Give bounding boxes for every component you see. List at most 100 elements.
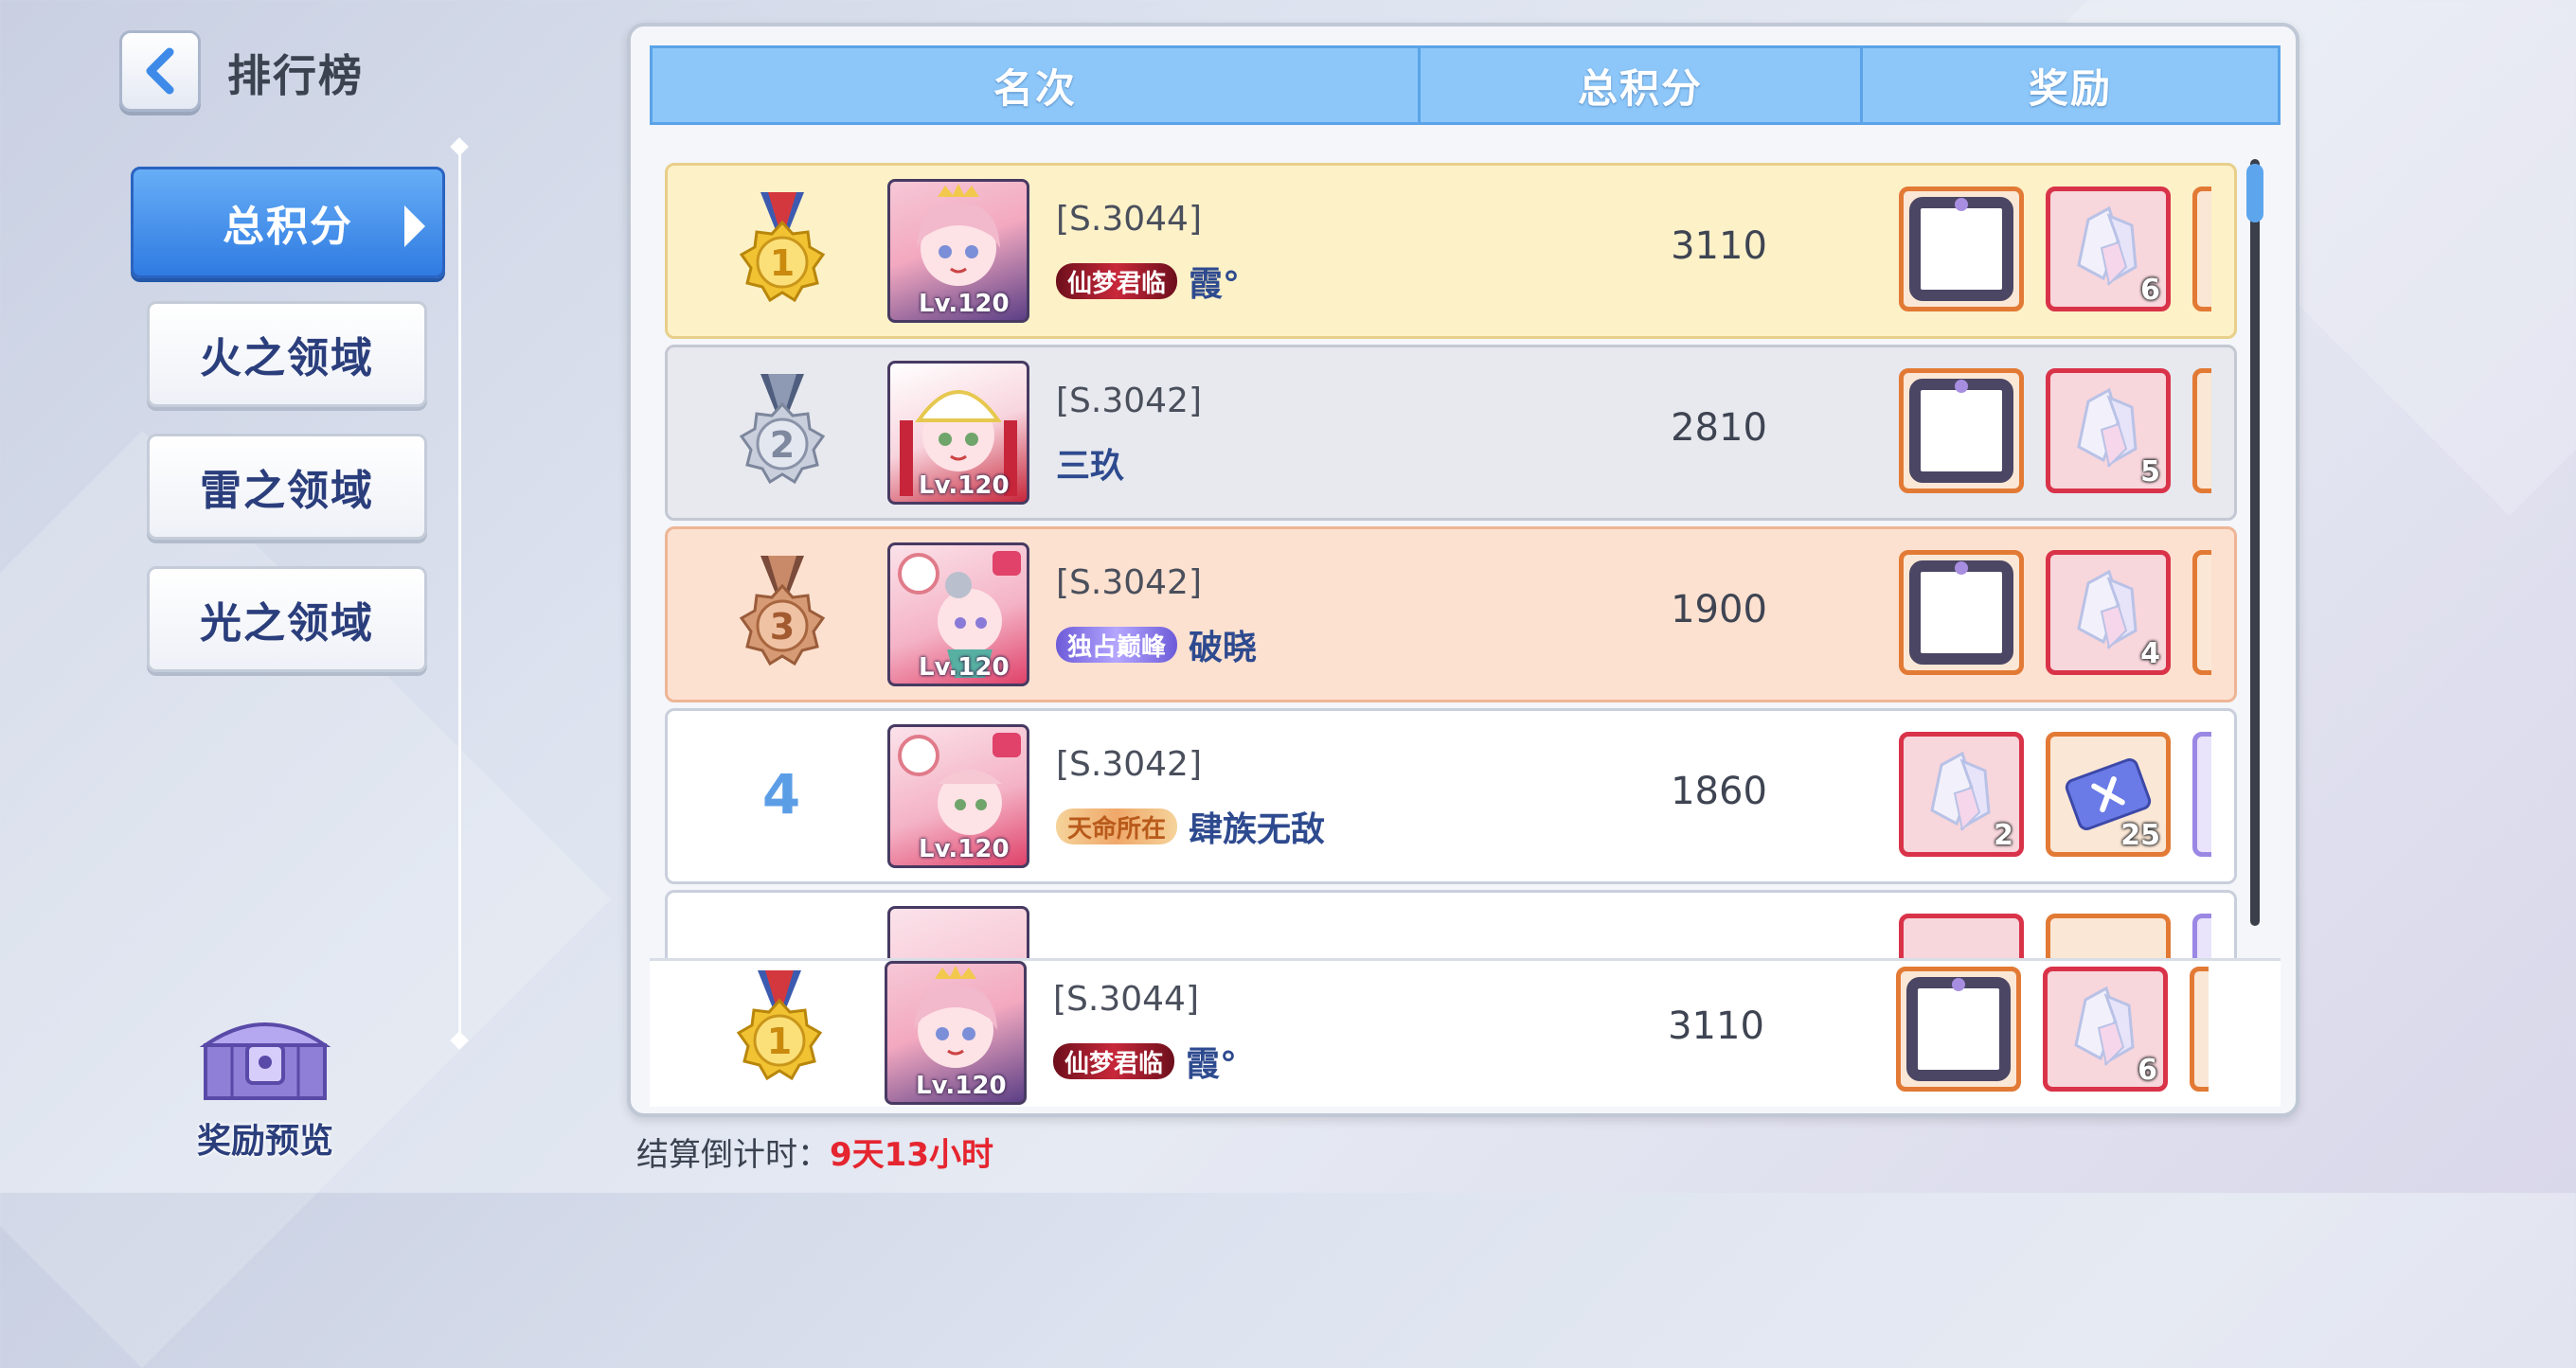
divider-dot [450, 137, 469, 156]
countdown-label: 结算倒计时： [636, 1136, 830, 1174]
reward-item[interactable]: 5 [2046, 368, 2171, 493]
reward-item[interactable] [1899, 914, 2024, 960]
tab-total-score[interactable]: 总积分 [131, 167, 445, 278]
server-id: [S.3042] [1056, 382, 1203, 420]
level-label: Lv.120 [919, 653, 1010, 682]
gold-medal-icon: 1 [736, 970, 823, 1081]
ranking-list[interactable]: 1 Lv.120 [S.3044] 仙梦君临 霞° 3110 6 2 Lv.12… [650, 144, 2281, 960]
level-label: Lv.120 [919, 835, 1010, 863]
level-label: Lv.120 [919, 290, 1010, 318]
reward-item[interactable] [2192, 368, 2211, 493]
table-row[interactable]: 2 Lv.120 [S.3042] 三玖 2810 5 [665, 345, 2237, 521]
header-reward: 奖励 [2028, 64, 2112, 112]
tab-label: 总积分 [223, 203, 353, 251]
table-row[interactable]: 4 Lv.120 [S.3042] 天命所在 肆族无敌 1860 2 25 [665, 708, 2237, 884]
reward-list: 2 25 [1899, 732, 2211, 864]
avatar-frame-icon [1909, 560, 2013, 665]
reward-item[interactable]: 6 [2046, 187, 2171, 311]
countdown-value: 9天13小时 [830, 1136, 993, 1174]
reward-item[interactable]: 6 [2043, 967, 2168, 1092]
svg-text:1: 1 [770, 242, 795, 284]
reward-item[interactable] [2192, 187, 2211, 311]
player-name-line: 仙梦君临 霞° [1053, 1037, 1237, 1086]
reward-quantity: 5 [2140, 455, 2160, 489]
reward-item[interactable] [2046, 914, 2171, 960]
reward-item[interactable] [1899, 368, 2024, 493]
reward-quantity: 2 [1994, 819, 2013, 852]
avatar[interactable]: Lv.120 [887, 361, 1029, 505]
scrollbar-thumb[interactable] [2246, 164, 2263, 222]
table-row[interactable] [665, 890, 2237, 960]
reward-list [1899, 914, 2211, 960]
settlement-countdown: 结算倒计时：9天13小时 [636, 1128, 993, 1175]
title-badge: 天命所在 [1056, 808, 1178, 844]
reward-list: 4 [1899, 550, 2211, 683]
avatar-frame-icon [1909, 197, 2013, 301]
svg-text:3: 3 [770, 606, 795, 648]
tab-light-domain[interactable]: 光之领域 [147, 566, 427, 672]
score-value: 2810 [1671, 406, 1767, 450]
header-score: 总积分 [1421, 48, 1863, 122]
rank-number: 4 [761, 762, 801, 826]
title-badge: 仙梦君临 [1053, 1043, 1175, 1079]
avatar[interactable] [887, 906, 1029, 960]
player-name: 肆族无敌 [1189, 810, 1326, 849]
treasure-chest-icon [199, 1022, 331, 1100]
header-rank: 名次 [653, 48, 1421, 122]
reward-item[interactable] [2192, 732, 2211, 857]
tab-label: 雷之领域 [200, 467, 374, 515]
server-id: [S.3042] [1056, 745, 1203, 784]
back-button[interactable] [119, 30, 201, 112]
chevron-left-icon [146, 47, 174, 95]
reward-item[interactable]: 25 [2046, 732, 2171, 857]
avatar[interactable]: Lv.120 [887, 179, 1029, 323]
score-value: 1860 [1671, 770, 1767, 813]
reward-item[interactable] [1899, 187, 2024, 311]
svg-text:1: 1 [767, 1021, 792, 1062]
page-title: 排行榜 [227, 50, 364, 101]
reward-item[interactable] [2192, 550, 2211, 675]
reward-quantity: 4 [2140, 637, 2160, 670]
server-id: [S.3044] [1056, 200, 1203, 239]
reward-preview-button[interactable]: 奖励预览 [189, 1004, 341, 1163]
title-badge: 仙梦君临 [1056, 263, 1178, 299]
arrow-right-icon [404, 205, 425, 247]
avatar[interactable]: Lv.120 [887, 542, 1029, 686]
avatar-frame-icon [1909, 379, 2013, 483]
score-value: 3110 [1668, 1004, 1764, 1048]
my-rank-row[interactable]: 1 Lv.120 [S.3044] 仙梦君临 霞° 3110 6 [650, 958, 2281, 1107]
reward-item[interactable]: 4 [2046, 550, 2171, 675]
reward-list: 6 [1899, 187, 2211, 319]
player-name-line: 仙梦君临 霞° [1056, 257, 1240, 306]
tab-fire-domain[interactable]: 火之领域 [147, 301, 427, 407]
score-value: 1900 [1671, 588, 1767, 631]
reward-item[interactable] [2192, 914, 2211, 960]
reward-list: 6 [1896, 967, 2209, 1099]
reward-preview-label: 奖励预览 [196, 1122, 333, 1161]
table-row[interactable]: 3 Lv.120 [S.3042] 独占巅峰 破晓 1900 4 [665, 526, 2237, 702]
avatar[interactable]: Lv.120 [885, 961, 1027, 1105]
player-name-line: 三玖 [1056, 438, 1124, 488]
reward-item[interactable] [1896, 967, 2021, 1092]
score-value: 3110 [1671, 224, 1767, 268]
silver-medal-icon: 2 [739, 374, 826, 485]
table-row[interactable]: 1 Lv.120 [S.3044] 仙梦君临 霞° 3110 6 [665, 163, 2237, 339]
level-label: Lv.120 [919, 471, 1010, 500]
tab-thunder-domain[interactable]: 雷之领域 [147, 434, 427, 540]
player-name: 霞° [1186, 1045, 1238, 1084]
title-badge: 独占巅峰 [1056, 627, 1178, 663]
tab-label: 火之领域 [200, 334, 374, 382]
tab-label: 光之领域 [200, 599, 374, 648]
reward-item[interactable] [1899, 550, 2024, 675]
player-name-line: 天命所在 肆族无敌 [1056, 802, 1325, 851]
reward-item[interactable] [2190, 967, 2209, 1092]
reward-quantity: 25 [2120, 819, 2160, 852]
player-name: 霞° [1189, 265, 1241, 304]
scrollbar-track[interactable] [2250, 159, 2260, 926]
reward-quantity: 6 [2138, 1054, 2157, 1087]
server-id: [S.3042] [1056, 563, 1203, 602]
reward-item[interactable]: 2 [1899, 732, 2024, 857]
table-header: 名次 总积分 奖励 [650, 45, 2281, 125]
avatar-frame-icon [1906, 977, 2011, 1081]
avatar[interactable]: Lv.120 [887, 724, 1029, 868]
